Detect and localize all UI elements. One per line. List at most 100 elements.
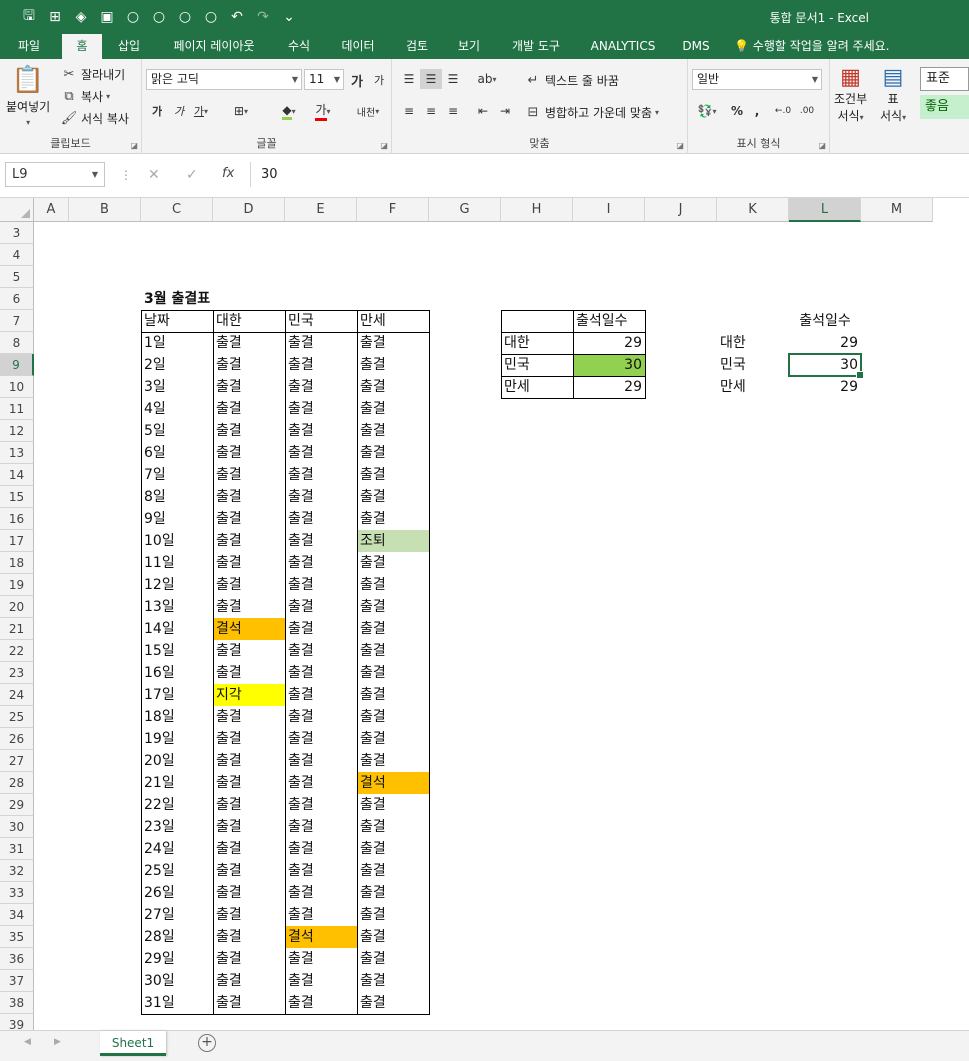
date-cell[interactable]: 8일 (141, 486, 213, 508)
tab-view[interactable]: 보기 (448, 34, 490, 59)
active-cell-selection[interactable] (788, 353, 864, 379)
row-header-23[interactable]: 23 (0, 662, 34, 684)
attendance-cell[interactable]: 출결 (285, 794, 357, 816)
style-normal[interactable]: 표준 (920, 67, 969, 91)
date-cell[interactable]: 10일 (141, 530, 213, 552)
attendance-cell[interactable]: 조퇴 (357, 530, 429, 552)
date-cell[interactable]: 22일 (141, 794, 213, 816)
summary-name-cell[interactable]: 만세 (501, 376, 573, 398)
circle-icon[interactable]: ○ (174, 7, 196, 27)
attendance-cell[interactable]: 출결 (285, 706, 357, 728)
attendance-cell[interactable]: 출결 (213, 662, 285, 684)
summary2-value-cell[interactable]: 29 (789, 376, 861, 398)
tab-data[interactable]: 데이터 (332, 34, 384, 59)
row-header-16[interactable]: 16 (0, 508, 34, 530)
attendance-cell[interactable]: 출결 (213, 794, 285, 816)
attendance-cell[interactable]: 출결 (357, 596, 429, 618)
attendance-cell[interactable]: 출결 (285, 618, 357, 640)
summary-name-cell[interactable]: 대한 (501, 332, 573, 354)
summary2-header[interactable]: 출석일수 (789, 310, 861, 332)
attendance-cell[interactable]: 출결 (285, 970, 357, 992)
column-header-d[interactable]: D (213, 198, 285, 222)
attendance-cell[interactable]: 출결 (285, 354, 357, 376)
attendance-cell[interactable]: 출결 (213, 530, 285, 552)
attendance-cell[interactable]: 출결 (357, 332, 429, 354)
row-header-19[interactable]: 19 (0, 574, 34, 596)
attendance-cell[interactable]: 출결 (357, 618, 429, 640)
attendance-cell[interactable]: 출결 (285, 420, 357, 442)
date-cell[interactable]: 27일 (141, 904, 213, 926)
attendance-cell[interactable]: 출결 (357, 882, 429, 904)
attendance-cell[interactable]: 출결 (285, 992, 357, 1014)
cancel-icon[interactable]: ✕ (148, 167, 160, 183)
attendance-cell[interactable]: 출결 (213, 486, 285, 508)
paste-button[interactable]: 📋 붙여넣기 ▾ (6, 65, 50, 127)
row-header-3[interactable]: 3 (0, 222, 34, 244)
column-header-c[interactable]: C (141, 198, 213, 222)
column-header-l[interactable]: L (789, 198, 861, 222)
attendance-cell[interactable]: 출결 (213, 882, 285, 904)
attendance-cell[interactable]: 출결 (357, 970, 429, 992)
add-sheet-icon[interactable]: + (198, 1034, 216, 1052)
attendance-title[interactable]: 3월 출결표 (141, 288, 285, 310)
row-header-15[interactable]: 15 (0, 486, 34, 508)
attendance-cell[interactable]: 출결 (357, 706, 429, 728)
summary2-name-cell[interactable]: 만세 (717, 376, 789, 398)
attendance-cell[interactable]: 출결 (357, 662, 429, 684)
attendance-cell[interactable]: 출결 (357, 926, 429, 948)
attendance-cell[interactable]: 지각 (213, 684, 285, 706)
summary2-value-cell[interactable]: 29 (789, 332, 861, 354)
underline-button[interactable]: 가 ▾ (190, 101, 212, 121)
table-header[interactable]: 만세 (357, 310, 429, 332)
date-cell[interactable]: 23일 (141, 816, 213, 838)
attendance-cell[interactable]: 출결 (213, 442, 285, 464)
merge-center-button[interactable]: ⊟ 병합하고 가운데 맞춤 ▾ (524, 103, 659, 121)
row-header-12[interactable]: 12 (0, 420, 34, 442)
borders-button[interactable]: ⊞ ▾ (230, 101, 252, 121)
date-cell[interactable]: 3일 (141, 376, 213, 398)
currency-button[interactable]: 💱 ▾ (692, 101, 722, 121)
row-header-24[interactable]: 24 (0, 684, 34, 706)
attendance-cell[interactable]: 출결 (285, 948, 357, 970)
attendance-cell[interactable]: 출결 (285, 530, 357, 552)
font-name-combo[interactable]: 맑은 고딕 ▼ (146, 69, 302, 90)
attendance-cell[interactable]: 출결 (213, 640, 285, 662)
attendance-cell[interactable]: 출결 (213, 574, 285, 596)
percent-button[interactable]: % (726, 101, 748, 121)
attendance-cell[interactable]: 출결 (285, 332, 357, 354)
summary-value-cell[interactable]: 29 (573, 376, 645, 398)
fill-color-button[interactable]: ◆ ▾ (278, 101, 300, 121)
summary2-name-cell[interactable]: 대한 (717, 332, 789, 354)
attendance-cell[interactable]: 출결 (213, 420, 285, 442)
attendance-cell[interactable]: 출결 (357, 728, 429, 750)
row-header-32[interactable]: 32 (0, 860, 34, 882)
insert-function-button[interactable]: fx (222, 166, 234, 181)
date-cell[interactable]: 18일 (141, 706, 213, 728)
decrease-decimal-icon[interactable]: .00 (796, 101, 818, 121)
attendance-cell[interactable]: 출결 (213, 728, 285, 750)
align-left-icon[interactable]: ≡ (398, 101, 420, 121)
date-cell[interactable]: 7일 (141, 464, 213, 486)
attendance-cell[interactable]: 출결 (213, 992, 285, 1014)
format-as-table-button[interactable]: ▤ 표 서식▾ (880, 65, 906, 124)
row-header-30[interactable]: 30 (0, 816, 34, 838)
attendance-cell[interactable]: 출결 (357, 464, 429, 486)
row-header-38[interactable]: 38 (0, 992, 34, 1014)
row-header-11[interactable]: 11 (0, 398, 34, 420)
font-color-button[interactable]: 가 ▾ (312, 101, 334, 121)
attendance-cell[interactable]: 출결 (357, 398, 429, 420)
attendance-cell[interactable]: 출결 (357, 750, 429, 772)
row-header-28[interactable]: 28 (0, 772, 34, 794)
row-header-37[interactable]: 37 (0, 970, 34, 992)
attendance-cell[interactable]: 출결 (357, 992, 429, 1014)
row-header-36[interactable]: 36 (0, 948, 34, 970)
attendance-cell[interactable]: 출결 (213, 970, 285, 992)
save-icon[interactable]: 🖫 (18, 7, 40, 27)
row-header-13[interactable]: 13 (0, 442, 34, 464)
conditional-formatting-button[interactable]: ▦ 조건부 서식▾ (834, 65, 867, 124)
decrease-indent-icon[interactable]: ⇤ (472, 101, 494, 121)
date-cell[interactable]: 30일 (141, 970, 213, 992)
dialog-launcher-icon[interactable]: ◪ (818, 141, 826, 150)
attendance-cell[interactable]: 출결 (213, 750, 285, 772)
undo-icon[interactable]: ↶ (226, 7, 248, 27)
